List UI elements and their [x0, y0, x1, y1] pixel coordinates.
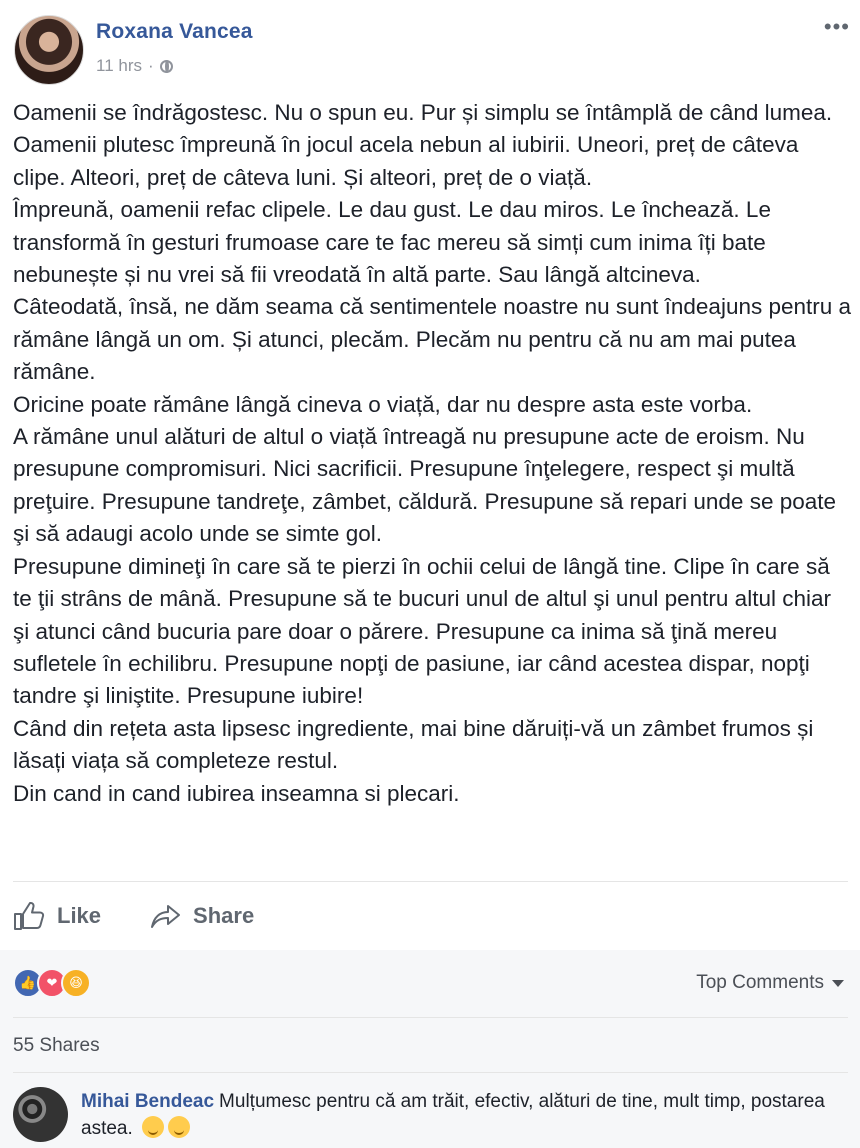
- commenter-name[interactable]: Mihai Bendeac: [81, 1091, 214, 1112]
- share-label: Share: [193, 903, 255, 928]
- share-arrow-icon: [151, 905, 181, 928]
- reactions-summary[interactable]: 👍 ❤ 😆: [13, 968, 91, 998]
- thumbs-up-icon: [14, 902, 45, 930]
- author-avatar[interactable]: [14, 15, 84, 85]
- post-meta: 11 hrs ·: [96, 56, 173, 76]
- post-paragraph: Oamenii plutesc împreună în jocul acela …: [13, 132, 799, 190]
- shares-divider: [13, 1017, 848, 1018]
- comment-body: Mihai Bendeac Mulțumesc pentru că am trăi…: [81, 1088, 826, 1142]
- caret-down-icon: [832, 979, 844, 987]
- commenter-avatar[interactable]: [13, 1087, 68, 1142]
- more-options-icon[interactable]: •••: [824, 14, 850, 40]
- post-header: Roxana Vancea 11 hrs · •••: [0, 0, 860, 95]
- top-comments-dropdown[interactable]: Top Comments: [696, 972, 844, 994]
- post-time[interactable]: 11 hrs: [96, 56, 142, 76]
- haha-reaction-icon: 😆: [61, 968, 91, 998]
- angel-emoji-icon: [168, 1116, 191, 1138]
- post-paragraph: Presupune dimineţi în care să te pierzi …: [13, 553, 831, 709]
- shares-count[interactable]: 55 Shares: [13, 1035, 100, 1057]
- actions-divider: [13, 881, 848, 882]
- comments-divider: [13, 1072, 848, 1073]
- meta-separator: ·: [148, 56, 154, 75]
- post-paragraph: Oamenii se îndrăgostesc. Nu o spun eu. P…: [13, 100, 833, 125]
- share-button[interactable]: Share: [149, 902, 254, 930]
- top-comments-label: Top Comments: [696, 972, 824, 993]
- author-name[interactable]: Roxana Vancea: [96, 20, 253, 44]
- like-button[interactable]: Like: [13, 901, 101, 931]
- post-paragraph: Din cand in cand iubirea inseamna si ple…: [13, 780, 460, 806]
- globe-icon[interactable]: [159, 59, 173, 73]
- like-label: Like: [57, 903, 102, 928]
- post-paragraph: Când din rețeta asta lipsesc ingrediente…: [13, 715, 814, 774]
- post-paragraph: Oricine poate rămâne lângă cineva o viaț…: [13, 391, 753, 417]
- post-actions: Like Share: [13, 896, 302, 936]
- post-paragraph: Împreună, oamenii refac clipele. Le dau …: [13, 197, 771, 288]
- post-paragraph: A rămâne unul alături de altul o viață î…: [13, 424, 837, 547]
- hugging-emoji-icon: [142, 1116, 165, 1138]
- post-text: Oamenii se îndrăgostesc. Nu o spun eu. P…: [13, 97, 853, 810]
- post-paragraph: Câteodată, însă, ne dăm seama că sentime…: [13, 294, 852, 385]
